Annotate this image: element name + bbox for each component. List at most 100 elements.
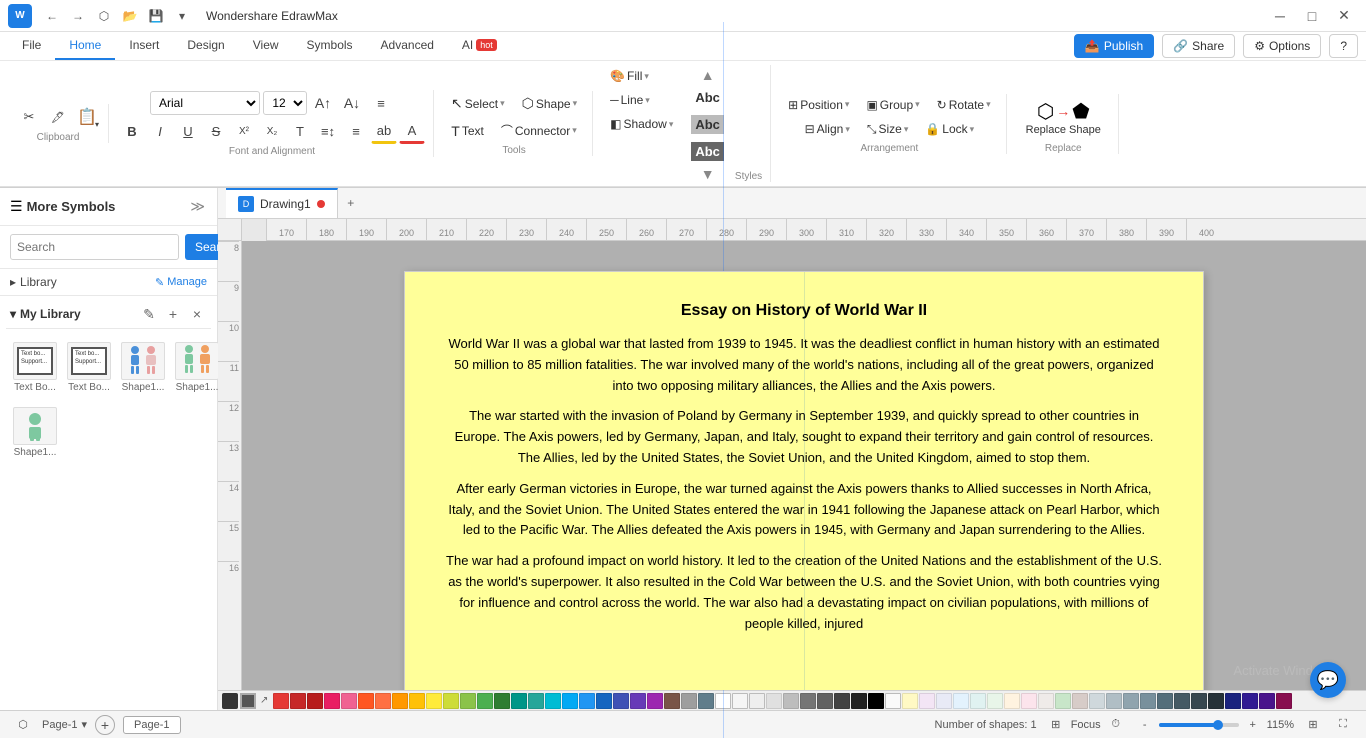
- timer-btn[interactable]: ⏱: [1105, 714, 1127, 736]
- swatch-purple[interactable]: [647, 693, 663, 709]
- swatch-lightbrown[interactable]: [1038, 693, 1054, 709]
- line-btn[interactable]: ─ Line ▾: [603, 89, 680, 111]
- swatch-lightblue[interactable]: [562, 693, 578, 709]
- subscript-btn[interactable]: X₂: [259, 118, 285, 144]
- tab-view[interactable]: View: [239, 32, 293, 60]
- swatch-amber[interactable]: [409, 693, 425, 709]
- options-btn[interactable]: ⚙ Options: [1243, 34, 1321, 58]
- copy-format-btn[interactable]: 🖋: [45, 104, 71, 130]
- manage-btn[interactable]: ✎ Manage: [155, 276, 207, 289]
- page-dropdown[interactable]: ▾: [81, 718, 87, 731]
- align-btn[interactable]: ≡: [368, 90, 394, 116]
- tab-insert[interactable]: Insert: [115, 32, 173, 60]
- chatbot-btn[interactable]: 💬: [1310, 662, 1346, 698]
- zoom-in-btn[interactable]: +: [1243, 715, 1263, 735]
- open-btn[interactable]: 📂: [118, 4, 142, 28]
- bold-btn[interactable]: B: [119, 118, 145, 144]
- zoom-out-btn[interactable]: -: [1135, 715, 1155, 735]
- tab-file[interactable]: File: [8, 32, 55, 60]
- shape-item-people1[interactable]: Shape1...: [118, 337, 168, 398]
- swatch-darkpurple[interactable]: [1242, 693, 1258, 709]
- add-tab-btn[interactable]: +: [338, 190, 364, 216]
- color-arrow[interactable]: ↗: [260, 695, 268, 706]
- swatch-bluegrey9[interactable]: [1208, 693, 1224, 709]
- line-color-btn[interactable]: [222, 693, 238, 709]
- swatch-browngrey[interactable]: [1072, 693, 1088, 709]
- swatch-deeppurple[interactable]: [630, 693, 646, 709]
- swatch-lightblue2[interactable]: [953, 693, 969, 709]
- shape-item-textbox2[interactable]: Text bo...Support... Text Bo...: [64, 337, 114, 398]
- fill-btn[interactable]: 🎨 Fill ▾: [603, 65, 680, 87]
- swatch-lightgrey[interactable]: [732, 693, 748, 709]
- swatch-lightgreen[interactable]: [460, 693, 476, 709]
- decrease-font-btn[interactable]: A↓: [339, 90, 365, 116]
- swatch-white[interactable]: [715, 693, 731, 709]
- swatch-bluegrey8[interactable]: [1191, 693, 1207, 709]
- swatch-grey[interactable]: [681, 693, 697, 709]
- tab-advanced[interactable]: Advanced: [367, 32, 448, 60]
- replace-shape-btn[interactable]: ⬡ → ⬟ Replace Shape: [1017, 94, 1110, 141]
- swatch-grey6[interactable]: [834, 693, 850, 709]
- shape-item-small[interactable]: Shape1...: [10, 402, 60, 463]
- swatch-teal2[interactable]: [528, 693, 544, 709]
- swatch-brown[interactable]: [664, 693, 680, 709]
- forward-btn[interactable]: →: [66, 4, 90, 28]
- swatch-black[interactable]: [868, 693, 884, 709]
- swatch-darkgreen[interactable]: [494, 693, 510, 709]
- select-btn[interactable]: ↖ Select ▾: [444, 91, 512, 116]
- library-label[interactable]: ▸ Library: [10, 275, 155, 289]
- tab-design[interactable]: Design: [173, 32, 238, 60]
- swatch-bluegrey[interactable]: [698, 693, 714, 709]
- style-sample-2[interactable]: Abc: [684, 112, 731, 137]
- size-btn[interactable]: ⤡Size▾: [860, 118, 915, 141]
- add-page-btn[interactable]: +: [95, 715, 115, 735]
- close-library-btn[interactable]: ×: [187, 304, 207, 324]
- maximize-btn[interactable]: □: [1298, 6, 1326, 26]
- swatch-yellow[interactable]: [426, 693, 442, 709]
- swatch-lightteal[interactable]: [970, 693, 986, 709]
- share-btn[interactable]: 🔗 Share: [1162, 34, 1235, 58]
- swatch-cyan[interactable]: [545, 693, 561, 709]
- swatch-lightyellow[interactable]: [902, 693, 918, 709]
- list-btn[interactable]: ≡: [343, 118, 369, 144]
- lock-btn[interactable]: 🔒Lock▾: [918, 118, 981, 140]
- align-tool-btn[interactable]: ⊟Align▾: [798, 118, 857, 140]
- edit-library-btn[interactable]: ✎: [139, 304, 159, 324]
- focus-btn[interactable]: Focus: [1075, 714, 1097, 736]
- swatch-red3[interactable]: [307, 693, 323, 709]
- swatch-bluegrey4[interactable]: [1123, 693, 1139, 709]
- zoom-slider[interactable]: [1159, 723, 1239, 727]
- layers-btn[interactable]: ⊞: [1045, 714, 1067, 736]
- shadow-btn[interactable]: ◧ Shadow ▾: [603, 113, 680, 135]
- search-input[interactable]: [10, 234, 179, 260]
- superscript-btn[interactable]: X²: [231, 118, 257, 144]
- group-btn[interactable]: ▣Group▾: [859, 94, 926, 116]
- swatch-darkblue[interactable]: [596, 693, 612, 709]
- font-color-btn[interactable]: A: [399, 118, 425, 144]
- collapse-btn[interactable]: ≫: [188, 196, 207, 217]
- swatch-green[interactable]: [477, 693, 493, 709]
- swatch-pink2[interactable]: [341, 693, 357, 709]
- publish-btn[interactable]: 📤 Publish: [1074, 34, 1154, 58]
- swatch-lightpurple[interactable]: [919, 693, 935, 709]
- tab-symbols[interactable]: Symbols: [293, 32, 367, 60]
- swatch-lightpink[interactable]: [1021, 693, 1037, 709]
- swatch-bluegrey2[interactable]: [1089, 693, 1105, 709]
- tab-ai[interactable]: AI hot: [448, 32, 511, 60]
- swatch-bluegrey7[interactable]: [1174, 693, 1190, 709]
- swatch-red2[interactable]: [290, 693, 306, 709]
- page-tab-1[interactable]: Page-1: [123, 716, 180, 734]
- font-select[interactable]: Arial: [150, 91, 260, 115]
- add-library-btn[interactable]: +: [163, 304, 183, 324]
- minimize-btn[interactable]: ─: [1266, 6, 1294, 26]
- tab-home[interactable]: Home: [55, 32, 115, 60]
- help-btn[interactable]: ?: [1329, 34, 1358, 58]
- back-btn[interactable]: ←: [40, 4, 64, 28]
- swatch-lightorange[interactable]: [1004, 693, 1020, 709]
- fill-color-btn[interactable]: [240, 693, 256, 709]
- text-btn[interactable]: T Text: [444, 119, 491, 143]
- swatch-lime[interactable]: [443, 693, 459, 709]
- swatch-lavender[interactable]: [936, 693, 952, 709]
- save-btn[interactable]: 💾: [144, 4, 168, 28]
- swatch-indigo[interactable]: [613, 693, 629, 709]
